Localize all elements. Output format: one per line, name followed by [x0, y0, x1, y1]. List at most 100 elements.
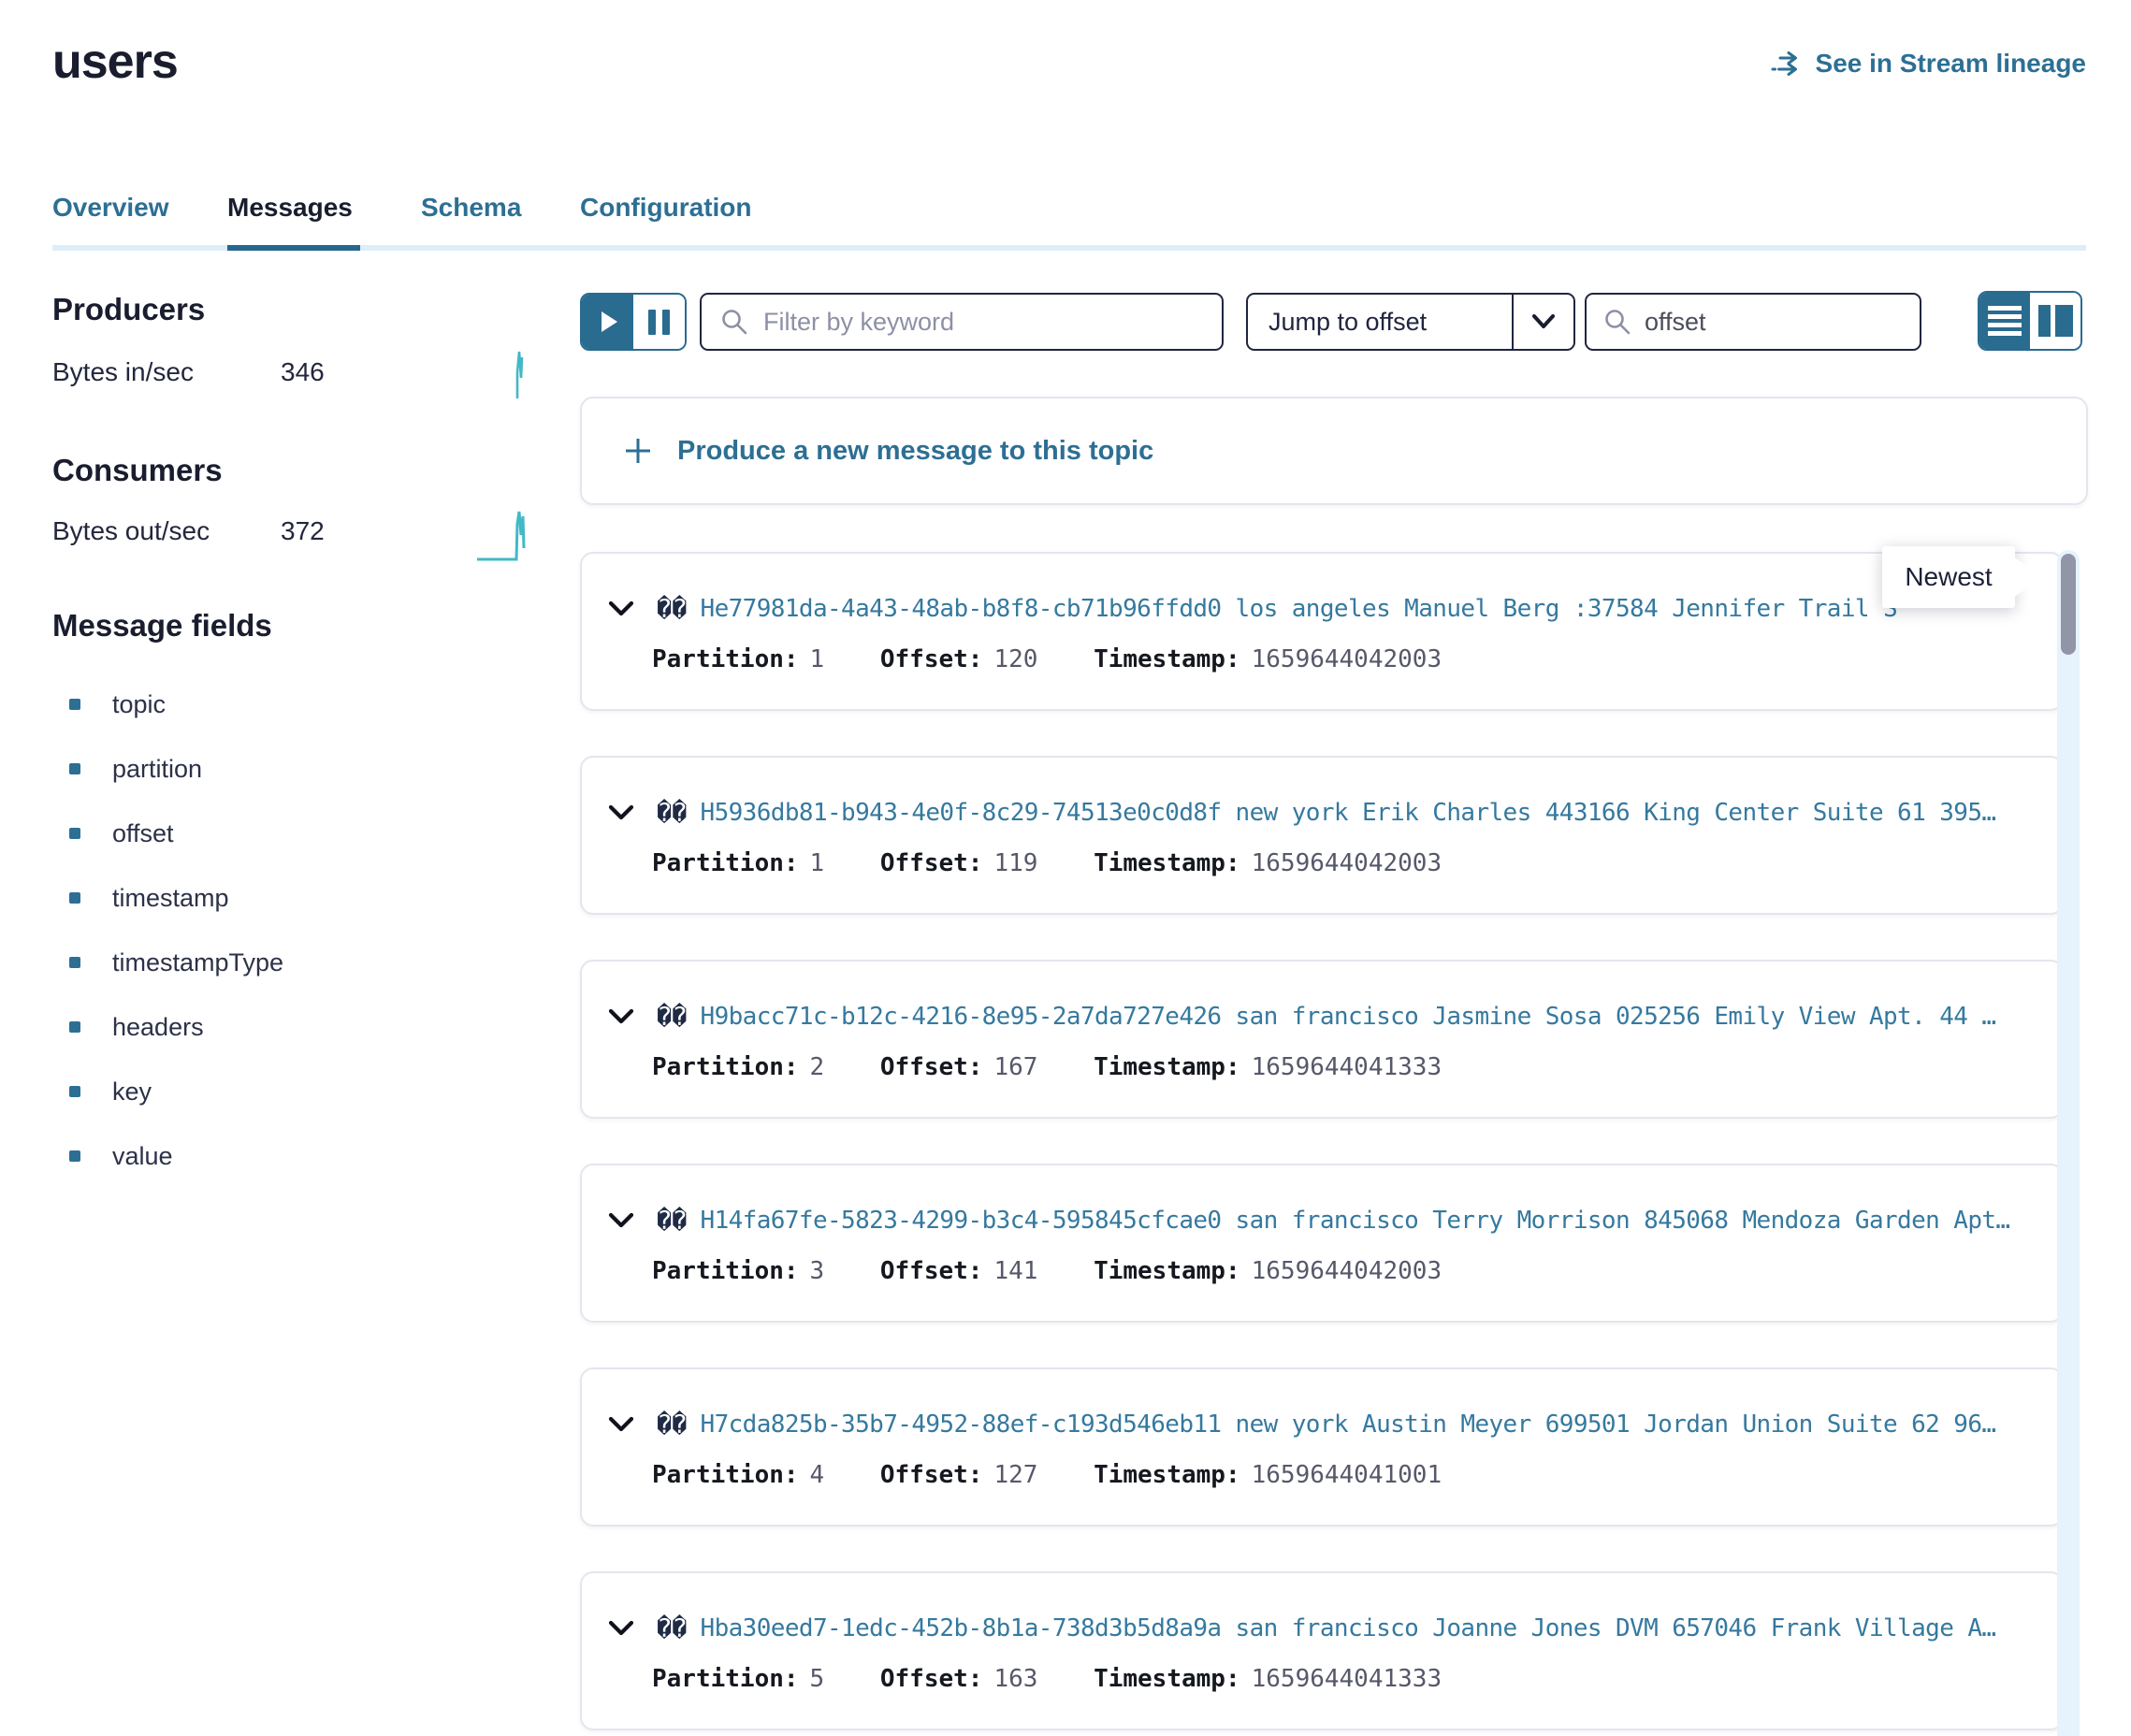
message-header[interactable]: �� Hba30eed7-1edc-452b-8b1a-738d3b5d8a9a…	[608, 1611, 2043, 1646]
message-header[interactable]: �� H5936db81-b943-4e0f-8c29-74513e0c0d8f…	[608, 795, 2043, 831]
partition-value: 2	[810, 1053, 825, 1081]
filter-keyword-input[interactable]	[763, 308, 1203, 337]
message-header[interactable]: �� He77981da-4a43-48ab-b8f8-cb71b96ffdd0…	[608, 591, 2043, 627]
view-mode-toggle	[1978, 291, 2082, 351]
column-view-icon	[2038, 305, 2051, 337]
pause-icon	[648, 310, 656, 335]
timestamp-value: 1659644041333	[1252, 1053, 1442, 1081]
jump-to-offset-select[interactable]: Jump to offset	[1246, 293, 1575, 351]
tab-configuration[interactable]: Configuration	[580, 193, 752, 223]
stream-lineage-icon	[1771, 51, 1803, 77]
offset-search-field	[1585, 293, 1921, 351]
message-row: �� H5936db81-b943-4e0f-8c29-74513e0c0d8f…	[580, 756, 2064, 915]
key-glyphs: ��	[657, 595, 688, 624]
produce-message-button[interactable]: Produce a new message to this topic	[580, 397, 2088, 505]
message-header[interactable]: �� H14fa67fe-5823-4299-b3c4-595845cfcae0…	[608, 1203, 2043, 1238]
message-list-scrollbar-track[interactable]	[2057, 550, 2080, 1736]
timestamp-value: 1659644042003	[1252, 645, 1442, 673]
play-button[interactable]	[582, 295, 633, 349]
field-item-partition[interactable]: partition	[69, 753, 283, 785]
plus-icon	[623, 436, 653, 466]
message-row: �� H9bacc71c-b12c-4216-8e95-2a7da727e426…	[580, 960, 2064, 1119]
page-title: users	[52, 34, 178, 90]
field-item-timestamp[interactable]: timestamp	[69, 882, 283, 914]
see-in-stream-lineage-link[interactable]: See in Stream lineage	[1771, 49, 2086, 79]
message-header[interactable]: �� H7cda825b-35b7-4952-88ef-c193d546eb11…	[608, 1407, 2043, 1442]
partition-value: 5	[810, 1665, 825, 1693]
offset-value: 127	[993, 1461, 1037, 1489]
expand-chevron-icon[interactable]	[608, 1620, 634, 1637]
field-item-offset[interactable]: offset	[69, 817, 283, 849]
offset-value: 120	[993, 645, 1037, 673]
field-bullet-icon	[69, 1150, 80, 1162]
field-item-topic[interactable]: topic	[69, 688, 283, 720]
key-glyphs: ��	[657, 1614, 688, 1643]
tab-messages[interactable]: Messages	[227, 193, 353, 223]
partition-value: 3	[810, 1257, 825, 1285]
partition-value: 1	[810, 849, 825, 877]
message-header[interactable]: �� H9bacc71c-b12c-4216-8e95-2a7da727e426…	[608, 999, 2043, 1034]
message-meta: Partition:3 Offset:141 Timestamp:1659644…	[652, 1257, 1483, 1291]
partition-value: 1	[810, 645, 825, 673]
jump-to-offset-label: Jump to offset	[1248, 308, 1512, 337]
message-meta: Partition:5 Offset:163 Timestamp:1659644…	[652, 1665, 1483, 1699]
message-meta: Partition:2 Offset:167 Timestamp:1659644…	[652, 1053, 1483, 1087]
key-glyphs: ��	[657, 1207, 688, 1236]
message-key: He77981da-4a43-48ab-b8f8-cb71b96ffdd0 lo…	[701, 595, 1898, 623]
expand-chevron-icon[interactable]	[608, 804, 634, 821]
message-key: H7cda825b-35b7-4952-88ef-c193d546eb11 ne…	[701, 1410, 1996, 1439]
message-meta: Partition:1 Offset:120 Timestamp:1659644…	[652, 645, 1483, 679]
tab-schema[interactable]: Schema	[421, 193, 521, 223]
bytes-out-label: Bytes out/sec	[52, 516, 210, 546]
offset-value: 119	[993, 849, 1037, 877]
expand-chevron-icon[interactable]	[608, 600, 634, 617]
message-key: H5936db81-b943-4e0f-8c29-74513e0c0d8f ne…	[701, 799, 1996, 827]
lineage-link-label: See in Stream lineage	[1816, 49, 2086, 79]
search-icon	[720, 308, 748, 336]
filter-keyword-field	[700, 293, 1224, 351]
offset-search-input[interactable]	[1645, 308, 1976, 337]
bytes-out-sparkline	[475, 507, 537, 568]
message-meta: Partition:1 Offset:119 Timestamp:1659644…	[652, 849, 1483, 883]
list-view-icon	[1988, 306, 2022, 311]
offset-value: 163	[993, 1665, 1037, 1693]
key-glyphs: ��	[657, 1003, 688, 1032]
newest-tooltip: Newest	[1882, 546, 2015, 608]
column-view-button[interactable]	[2030, 293, 2080, 349]
field-item-timestamptype[interactable]: timestampType	[69, 947, 283, 978]
expand-chevron-icon[interactable]	[608, 1416, 634, 1433]
field-bullet-icon	[69, 892, 80, 904]
message-row: �� H14fa67fe-5823-4299-b3c4-595845cfcae0…	[580, 1164, 2064, 1323]
expand-chevron-icon[interactable]	[608, 1212, 634, 1229]
message-key: H9bacc71c-b12c-4216-8e95-2a7da727e426 sa…	[701, 1003, 1996, 1031]
list-view-button[interactable]	[1979, 293, 2030, 349]
message-fields-heading: Message fields	[52, 608, 272, 644]
field-item-headers[interactable]: headers	[69, 1011, 283, 1043]
field-bullet-icon	[69, 699, 80, 710]
tab-active-indicator	[227, 245, 360, 251]
play-icon	[602, 311, 617, 332]
key-glyphs: ��	[657, 1410, 688, 1439]
message-row: �� Hba30eed7-1edc-452b-8b1a-738d3b5d8a9a…	[580, 1571, 2064, 1730]
bytes-in-value: 346	[281, 357, 325, 387]
partition-value: 4	[810, 1461, 825, 1489]
message-row: �� He77981da-4a43-48ab-b8f8-cb71b96ffdd0…	[580, 552, 2064, 711]
message-key: Hba30eed7-1edc-452b-8b1a-738d3b5d8a9a sa…	[701, 1614, 1996, 1642]
offset-value: 167	[993, 1053, 1037, 1081]
message-fields-list: topic partition offset timestamp timesta…	[69, 688, 283, 1205]
message-list-scrollbar-thumb[interactable]	[2061, 554, 2076, 655]
chevron-down-icon	[1512, 295, 1573, 349]
field-item-value[interactable]: value	[69, 1140, 283, 1172]
offset-value: 141	[993, 1257, 1037, 1285]
message-meta: Partition:4 Offset:127 Timestamp:1659644…	[652, 1461, 1483, 1495]
field-item-key[interactable]: key	[69, 1076, 283, 1107]
timestamp-value: 1659644042003	[1252, 849, 1442, 877]
producers-heading: Producers	[52, 292, 205, 327]
bytes-in-label: Bytes in/sec	[52, 357, 194, 387]
pause-button[interactable]	[633, 295, 685, 349]
field-bullet-icon	[69, 1086, 80, 1097]
timestamp-value: 1659644042003	[1252, 1257, 1442, 1285]
tab-overview[interactable]: Overview	[52, 193, 169, 223]
field-bullet-icon	[69, 1021, 80, 1033]
expand-chevron-icon[interactable]	[608, 1008, 634, 1025]
